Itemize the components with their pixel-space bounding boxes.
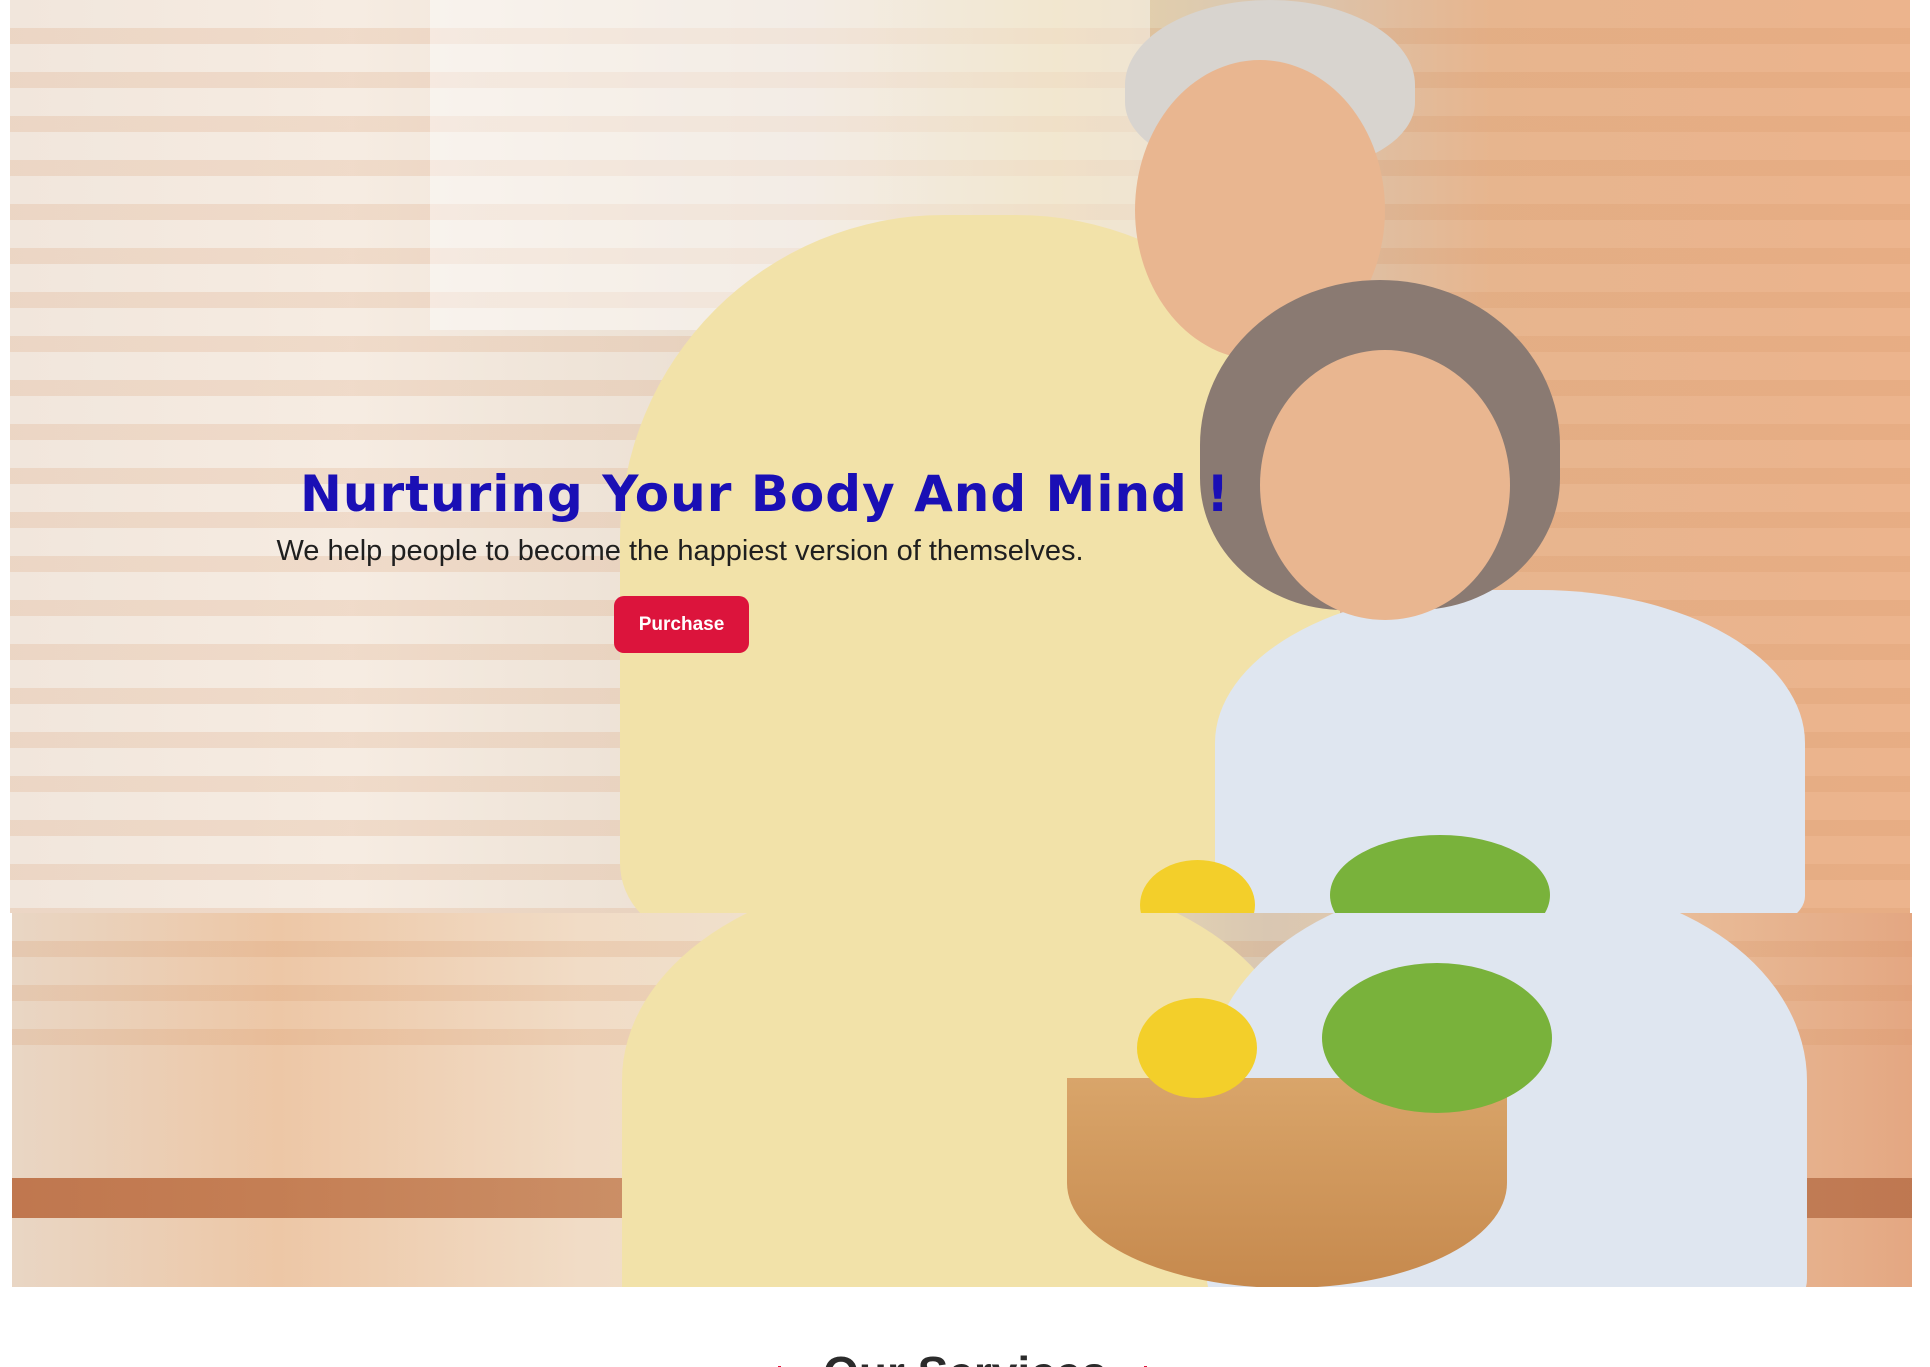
- hero-image-lower: [12, 913, 1912, 1287]
- lemon-lower: [1137, 998, 1257, 1098]
- hero-image: [10, 0, 1910, 913]
- lettuce-lower: [1322, 963, 1552, 1113]
- woman-face: [1260, 350, 1510, 620]
- hero-subtitle: We help people to become the happiest ve…: [276, 535, 1084, 567]
- page: Nurturing Your Body And Mind ! We help p…: [0, 0, 1930, 1367]
- services-heading: Our Services: [0, 1350, 1930, 1367]
- purchase-button[interactable]: Purchase: [614, 596, 749, 653]
- hero-title: Nurturing Your Body And Mind !: [300, 465, 1231, 523]
